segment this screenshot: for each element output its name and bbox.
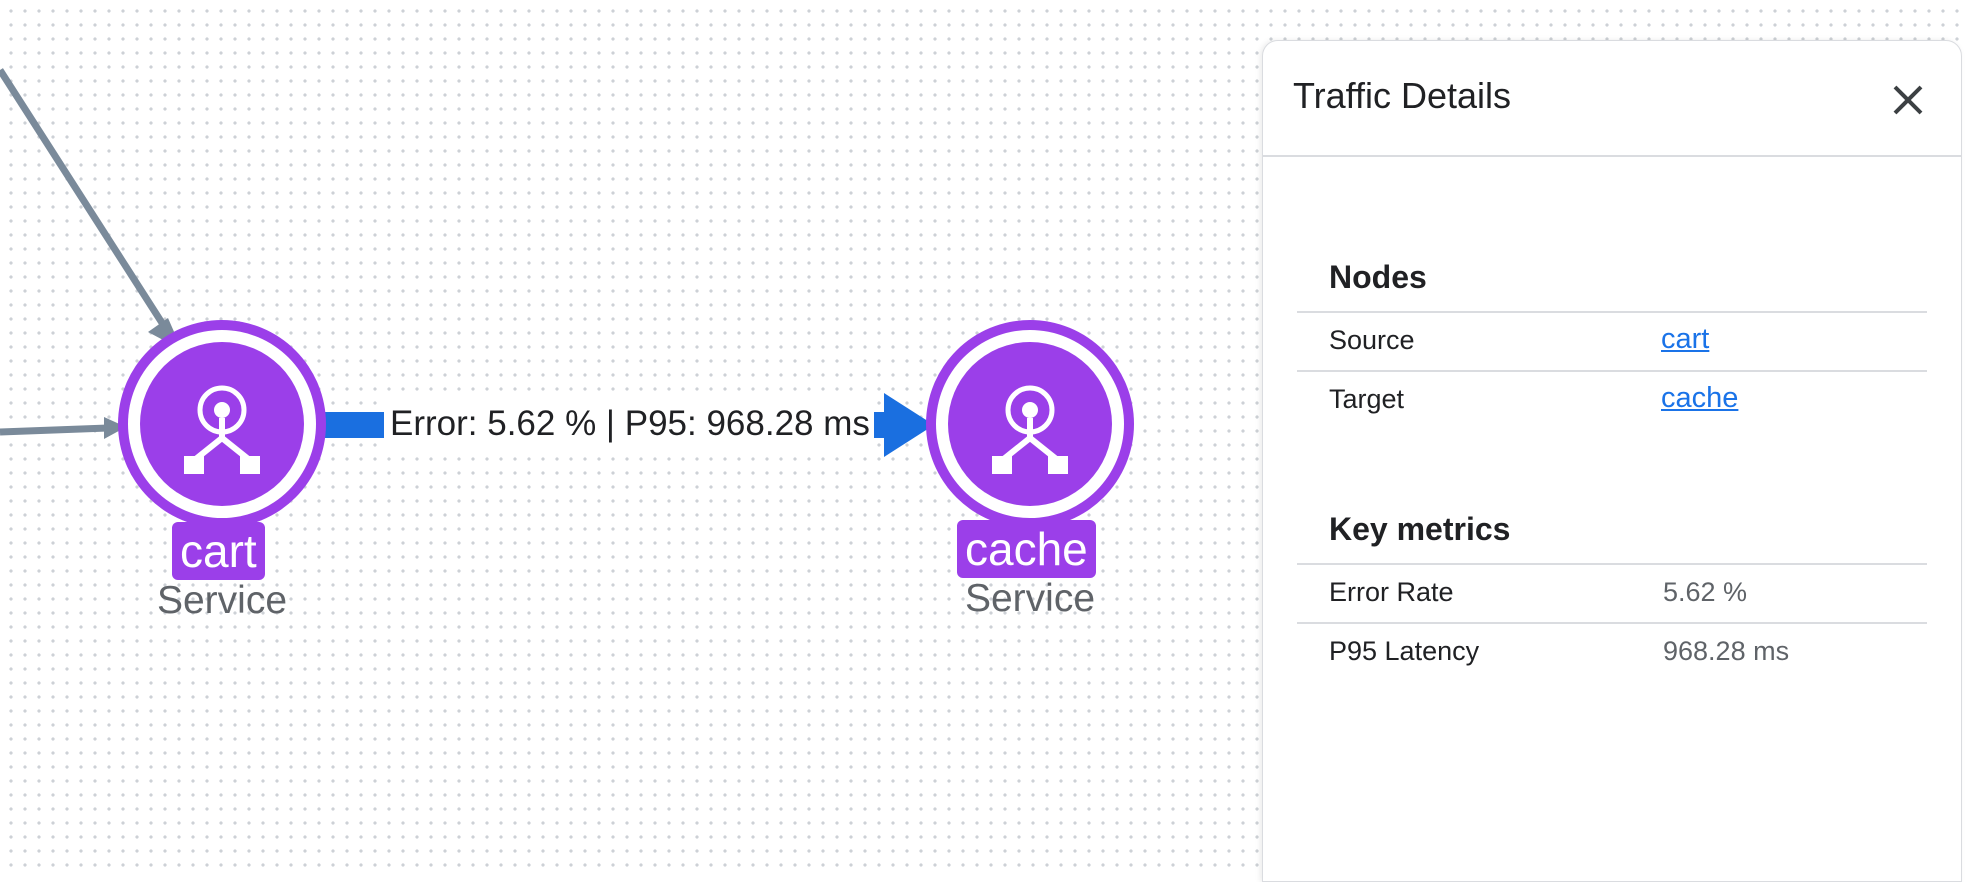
table-row: P95 Latency 968.28 ms bbox=[1297, 622, 1927, 681]
error-rate-value: 5.62 % bbox=[1663, 577, 1748, 607]
source-link[interactable]: cart bbox=[1661, 323, 1709, 356]
node-type-label: Service bbox=[964, 577, 1096, 620]
table-row: Error Rate 5.62 % bbox=[1297, 563, 1927, 622]
node-cart[interactable] bbox=[118, 320, 326, 528]
node-name-label[interactable]: cart bbox=[172, 522, 265, 580]
p95-latency-value: 968.28 ms bbox=[1663, 636, 1790, 666]
node-cache[interactable] bbox=[926, 320, 1134, 528]
source-key: Source bbox=[1329, 325, 1415, 355]
table-row: Source cart bbox=[1297, 311, 1927, 370]
incoming-edge-left[interactable] bbox=[0, 424, 109, 436]
key-metrics-section-title: Key metrics bbox=[1329, 511, 1511, 547]
table-row: Target cache bbox=[1297, 370, 1927, 429]
panel-header: Traffic Details bbox=[1263, 41, 1961, 157]
incoming-edge-top[interactable] bbox=[0, 68, 167, 328]
close-icon bbox=[1893, 85, 1923, 115]
metrics-table: Error Rate 5.62 % P95 Latency 968.28 ms bbox=[1297, 563, 1927, 681]
target-link[interactable]: cache bbox=[1661, 382, 1738, 415]
node-name-label[interactable]: cache bbox=[957, 520, 1096, 578]
edge-metrics-label[interactable]: Error: 5.62 % | P95: 968.28 ms bbox=[386, 396, 874, 452]
target-key: Target bbox=[1329, 384, 1405, 414]
p95-latency-key: P95 Latency bbox=[1329, 636, 1480, 666]
nodes-table: Source cart Target cache bbox=[1297, 311, 1927, 429]
traffic-details-panel: Traffic Details Nodes Source cart Target… bbox=[1262, 40, 1962, 882]
node-type-label: Service bbox=[156, 579, 288, 622]
close-button[interactable] bbox=[1883, 75, 1933, 125]
selected-edge-tail[interactable] bbox=[320, 412, 384, 438]
error-rate-key: Error Rate bbox=[1329, 577, 1454, 607]
nodes-section-title: Nodes bbox=[1329, 259, 1427, 295]
panel-title: Traffic Details bbox=[1293, 75, 1512, 116]
